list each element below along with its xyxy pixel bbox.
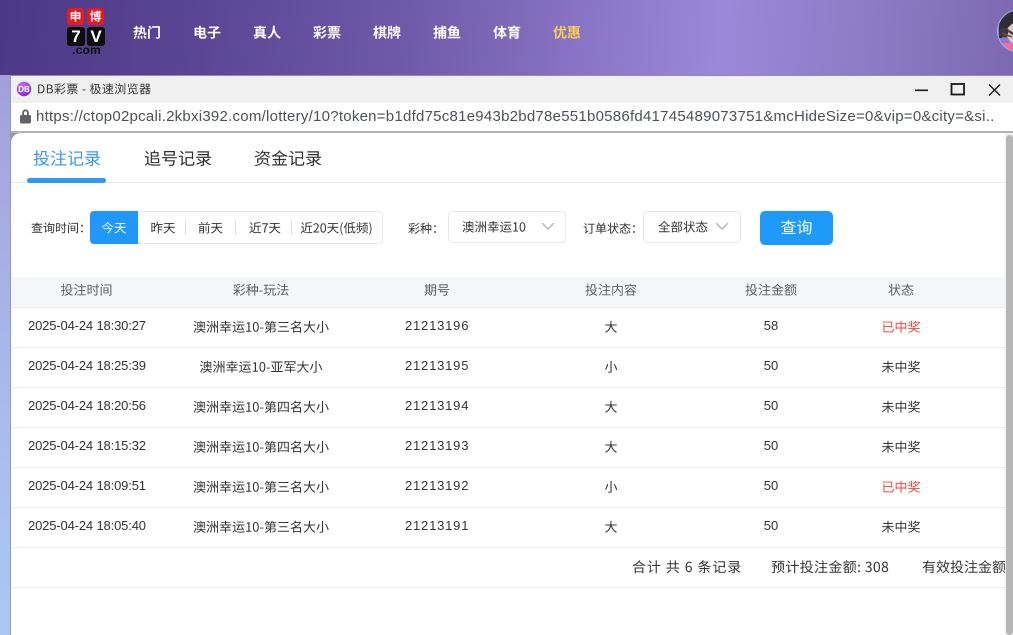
svg-text:DB: DB <box>18 85 30 94</box>
